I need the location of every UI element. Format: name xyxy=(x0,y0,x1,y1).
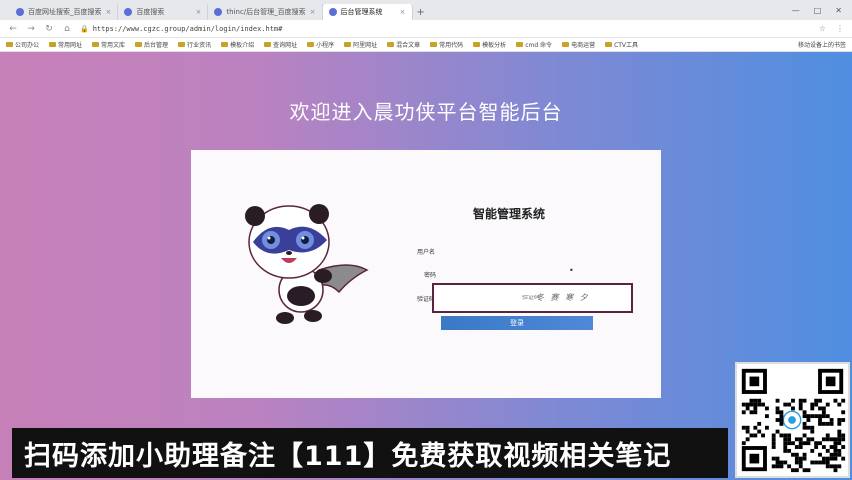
folder-icon xyxy=(178,42,186,47)
bookmark-label: 模板介绍 xyxy=(230,42,255,49)
bookmark-item[interactable]: 混合文章 xyxy=(387,40,420,49)
bookmark-label: 移动设备上的书签 xyxy=(797,42,846,49)
folder-icon xyxy=(430,42,438,47)
forward-icon[interactable]: → xyxy=(26,24,36,34)
tab-label: thinc/后台管理_百度搜索 xyxy=(226,8,306,16)
folder-icon xyxy=(264,42,272,47)
tab-baidu-url[interactable]: 百度网址搜索_百度搜索 × xyxy=(10,4,119,20)
close-icon[interactable]: × xyxy=(310,8,316,16)
bookmark-item[interactable]: 公司办公 xyxy=(6,40,39,49)
bookmark-label: 小程序 xyxy=(316,42,335,49)
bookmark-label: 公司办公 xyxy=(15,42,40,49)
tab-strip: 百度网址搜索_百度搜索 × 百度搜索 × thinc/后台管理_百度搜索 × 后… xyxy=(0,0,852,20)
close-window-icon[interactable]: ✕ xyxy=(835,6,842,15)
bookmark-label: CTV工具 xyxy=(614,42,639,49)
welcome-heading: 欢迎进入晨功侠平台智能后台 xyxy=(289,100,563,124)
promo-banner: 扫码添加小助理备注【111】免费获取视频相关笔记 xyxy=(12,428,728,478)
folder-icon xyxy=(49,42,57,47)
folder-icon xyxy=(473,42,481,47)
close-icon[interactable]: × xyxy=(400,8,406,16)
bookmark-label: 行业资讯 xyxy=(187,42,212,49)
bookmark-item[interactable]: 后台管理 xyxy=(135,40,168,49)
maximize-icon[interactable]: □ xyxy=(814,6,822,15)
tab-label: 百度网址搜索_百度搜索 xyxy=(28,8,102,16)
captcha-field[interactable] xyxy=(432,283,633,313)
login-button[interactable]: 登录 xyxy=(441,316,593,330)
folder-icon xyxy=(344,42,352,47)
bookmark-label: 混合文章 xyxy=(396,42,421,49)
bookmark-item[interactable]: 阿里网址 xyxy=(344,40,377,49)
tab-admin-system[interactable]: 后台管理系统 × xyxy=(322,4,413,20)
close-icon[interactable]: × xyxy=(106,8,112,16)
url-text: https://www.cgzc.group/admin/login/index… xyxy=(92,24,283,33)
captcha-image[interactable]: 冬 赛 寒 夕 xyxy=(536,289,596,305)
system-title: 智能管理系统 xyxy=(473,207,546,221)
new-tab-button[interactable]: + xyxy=(413,4,429,20)
bookmark-label: 模板分析 xyxy=(482,42,507,49)
bookmark-item[interactable]: 查询网址 xyxy=(264,40,297,49)
tab-baidu-search[interactable]: 百度搜索 × xyxy=(118,4,209,20)
folder-icon xyxy=(135,42,143,47)
folder-icon xyxy=(6,42,13,47)
folder-icon xyxy=(221,42,229,47)
baidu-favicon-icon xyxy=(214,8,223,16)
window-controls: — □ ✕ xyxy=(782,0,852,20)
mobile-bookmarks[interactable]: 移动设备上的书签 xyxy=(796,40,846,49)
minimize-icon[interactable]: — xyxy=(792,6,800,15)
baidu-favicon-icon xyxy=(16,8,24,16)
tab-label: 百度搜索 xyxy=(136,8,165,16)
bookmark-label: cmd 命令 xyxy=(525,42,553,49)
panda-mascot-illustration xyxy=(245,204,369,324)
reload-icon[interactable]: ↻ xyxy=(44,24,54,34)
folder-icon xyxy=(562,42,570,47)
back-icon[interactable]: ← xyxy=(8,24,18,34)
page-favicon-icon xyxy=(328,8,337,16)
folder-icon xyxy=(605,42,613,47)
bookmark-label: 常用网址 xyxy=(58,42,83,49)
folder-icon xyxy=(307,42,315,47)
close-icon[interactable]: × xyxy=(196,8,202,16)
username-input[interactable] xyxy=(441,242,631,256)
bookmark-label: 阿里网址 xyxy=(353,42,378,49)
bookmark-item[interactable]: 模板分析 xyxy=(473,40,506,49)
extensions-icon[interactable]: ⋮ xyxy=(836,24,844,33)
folder-icon xyxy=(516,42,524,47)
tab-thinc[interactable]: thinc/后台管理_百度搜索 × xyxy=(208,4,323,20)
toolbar-right: ☆ ⋮ xyxy=(819,24,844,33)
baidu-favicon-icon xyxy=(124,8,133,16)
bookmark-item[interactable]: CTV工具 xyxy=(605,40,638,49)
login-card: 智能管理系统 用户名 密码 • 验证码 冬 赛 寒 夕 登录 xyxy=(191,150,661,398)
folder-icon xyxy=(387,42,395,47)
login-page: 欢迎进入晨功侠平台智能后台 智能管理系统 用户名 密码 • 验证码 验证码 冬 … xyxy=(0,52,852,480)
bookmark-label: 电商运营 xyxy=(571,42,596,49)
bookmark-label: 常用文库 xyxy=(101,42,126,49)
url-field[interactable]: 🔒 https://www.cgzc.group/admin/login/ind… xyxy=(80,22,811,35)
star-icon[interactable]: ☆ xyxy=(819,24,826,33)
password-label: 密码 xyxy=(424,272,437,279)
home-icon[interactable]: ⌂ xyxy=(62,24,72,34)
bookmark-item[interactable]: 模板介绍 xyxy=(221,40,254,49)
password-dot-icon: • xyxy=(569,266,574,275)
qr-code-image xyxy=(735,362,850,478)
password-input[interactable] xyxy=(441,266,631,280)
bookmark-label: 查询网址 xyxy=(273,42,298,49)
bookmark-item[interactable]: 常用文库 xyxy=(92,40,125,49)
tab-label: 后台管理系统 xyxy=(340,8,383,16)
address-bar: ← → ↻ ⌂ 🔒 https://www.cgzc.group/admin/l… xyxy=(0,20,852,38)
bookmark-label: 常用代码 xyxy=(439,42,464,49)
bookmark-label: 后台管理 xyxy=(144,42,169,49)
bookmark-item[interactable]: 小程序 xyxy=(307,40,334,49)
bookmark-item[interactable]: 常用网址 xyxy=(49,40,82,49)
folder-icon xyxy=(92,42,100,47)
bookmark-item[interactable]: 常用代码 xyxy=(430,40,463,49)
lock-icon: 🔒 xyxy=(80,24,89,33)
bookmark-item[interactable]: 行业资讯 xyxy=(178,40,211,49)
username-label: 用户名 xyxy=(417,249,436,256)
bookmark-item[interactable]: 电商运营 xyxy=(562,40,595,49)
bookmark-item[interactable]: cmd 命令 xyxy=(516,40,552,49)
bookmarks-bar: 公司办公 常用网址 常用文库 后台管理 行业资讯 模板介绍 查询网址 小程序 阿里网址 混合文章 常… xyxy=(0,38,852,52)
